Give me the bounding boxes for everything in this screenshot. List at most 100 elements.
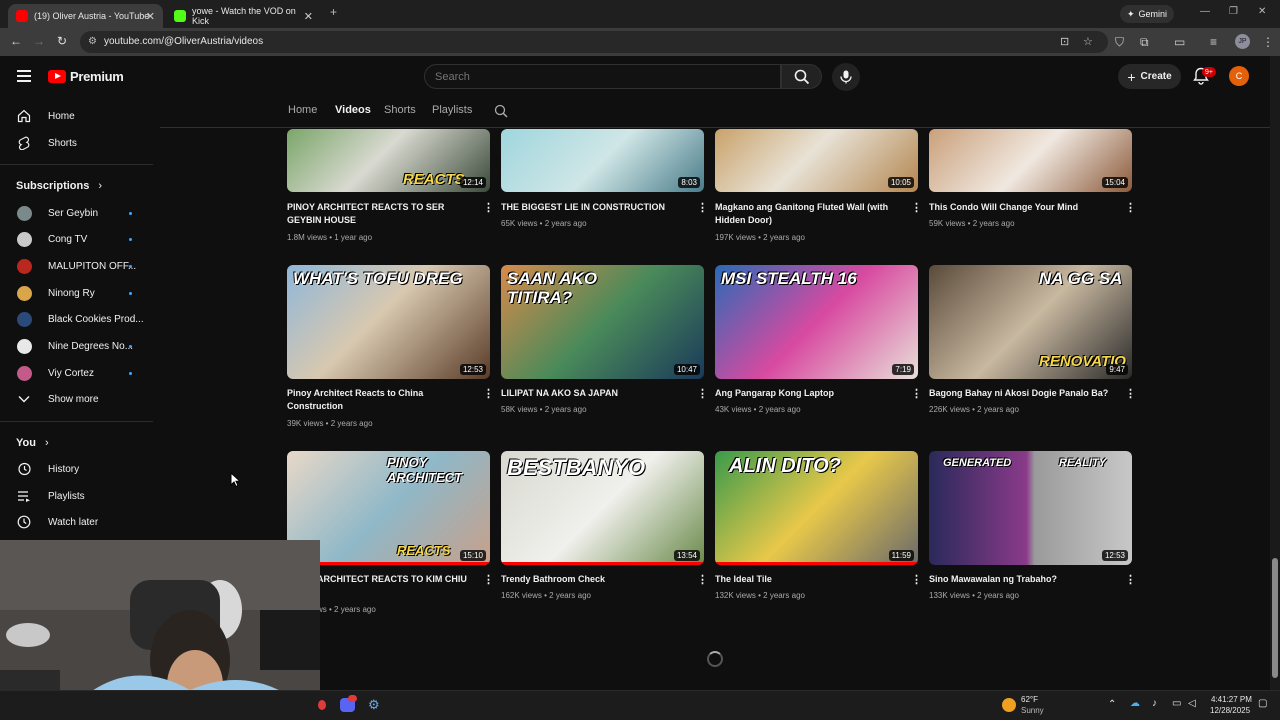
sidebar-item-shorts[interactable]: Shorts xyxy=(0,130,150,156)
sidebar-item-watch-later[interactable]: Watch later xyxy=(0,509,150,535)
network-icon[interactable]: ▭ xyxy=(1172,698,1181,709)
clock-date[interactable]: 12/28/2025 xyxy=(1210,706,1250,715)
video-thumbnail[interactable]: ALIN DITO? 11:59 xyxy=(715,451,918,565)
menu-dots-icon[interactable]: ⋮ xyxy=(1262,35,1274,49)
video-thumbnail[interactable]: 8:03 xyxy=(501,129,704,192)
more-options-icon[interactable]: ⋮ xyxy=(911,387,922,400)
tab-playlists[interactable]: Playlists xyxy=(432,104,472,116)
hamburger-menu-icon[interactable] xyxy=(17,70,31,82)
volume-icon[interactable]: ◁ xyxy=(1188,698,1196,709)
sidebar-item-playlists[interactable]: Playlists xyxy=(0,483,150,509)
sidebar-show-more[interactable]: Show more xyxy=(0,386,150,412)
extensions-icon[interactable]: ⧉ xyxy=(1140,35,1149,50)
more-options-icon[interactable]: ⋮ xyxy=(697,573,708,586)
video-title[interactable]: Trendy Bathroom Check xyxy=(501,573,691,586)
account-avatar[interactable]: C xyxy=(1229,66,1249,86)
video-thumbnail[interactable]: 15:04 xyxy=(929,129,1132,192)
create-button[interactable]: + Create xyxy=(1118,64,1181,89)
voice-search-button[interactable] xyxy=(832,63,860,91)
video-thumbnail[interactable]: 10:05 xyxy=(715,129,918,192)
sidebar-item-subscription[interactable]: Black Cookies Prod... xyxy=(0,306,150,332)
tab-kick[interactable]: yowe - Watch the VOD on Kick ✕ xyxy=(166,4,321,28)
video-title[interactable]: Sino Mawawalan ng Trabaho? xyxy=(929,573,1119,586)
page-scrollbar[interactable] xyxy=(1270,56,1280,690)
video-card[interactable]: SAAN AKO TITIRA? 10:47 LILIPAT NA AKO SA… xyxy=(501,265,708,435)
sunny-weather-icon[interactable] xyxy=(1002,698,1016,712)
video-thumbnail[interactable]: BESTBANYO 13:54 xyxy=(501,451,704,565)
back-icon[interactable]: ← xyxy=(10,34,22,48)
sidebar-item-subscription[interactable]: Nine Degrees No... xyxy=(0,333,150,359)
omnibox[interactable]: ⚙ youtube.com/@OliverAustria/videos ⊡ ☆ xyxy=(80,31,1108,53)
more-options-icon[interactable]: ⋮ xyxy=(697,387,708,400)
video-title[interactable]: The Ideal Tile xyxy=(715,573,905,586)
clock-time[interactable]: 4:41:27 PM xyxy=(1211,695,1252,704)
search-button[interactable] xyxy=(781,64,822,89)
sidebar-item-home[interactable]: Home xyxy=(0,103,150,129)
video-thumbnail[interactable]: REACTS 12:14 xyxy=(287,129,490,192)
video-title[interactable]: THE BIGGEST LIE IN CONSTRUCTION xyxy=(501,201,691,214)
video-thumbnail[interactable]: WHAT'S TOFU DREG 12:53 xyxy=(287,265,490,379)
steam-icon[interactable]: ⚙ xyxy=(368,697,380,713)
search-input[interactable] xyxy=(425,65,780,89)
tab-videos[interactable]: Videos xyxy=(335,104,371,116)
reload-icon[interactable]: ↻ xyxy=(57,34,67,48)
video-card[interactable]: WHAT'S TOFU DREG 12:53 Pinoy Architect R… xyxy=(287,265,494,435)
video-title[interactable]: Bagong Bahay ni Akosi Dogie Panalo Ba? xyxy=(929,387,1119,400)
more-options-icon[interactable]: ⋮ xyxy=(1125,387,1136,400)
onedrive-icon[interactable]: ☁ xyxy=(1130,698,1140,709)
cast-icon[interactable]: ▭ xyxy=(1174,35,1185,49)
site-info-icon[interactable]: ⚙ xyxy=(88,36,97,47)
plus-icon[interactable]: + xyxy=(330,5,337,19)
video-title[interactable]: LILIPAT NA AKO SA JAPAN xyxy=(501,387,691,400)
sidebar-item-history[interactable]: History xyxy=(0,456,150,482)
shield-extension-icon[interactable]: ⛉ xyxy=(1115,35,1124,50)
video-card[interactable]: GENERATED REALITY 12:53 Sino Mawawalan n… xyxy=(929,451,1136,621)
video-title[interactable]: ARCHITECT REACTS TO KIM CHIU xyxy=(317,573,507,586)
more-options-icon[interactable]: ⋮ xyxy=(1125,201,1136,214)
scrollbar-thumb[interactable] xyxy=(1272,558,1278,678)
more-options-icon[interactable]: ⋮ xyxy=(1125,573,1136,586)
search-box[interactable] xyxy=(424,64,781,89)
bookmark-star-icon[interactable]: ☆ xyxy=(1083,35,1093,48)
sidebar-item-subscription[interactable]: Viy Cortez xyxy=(0,360,150,386)
video-card[interactable]: 8:03 THE BIGGEST LIE IN CONSTRUCTION 65K… xyxy=(501,129,708,244)
close-tab-icon[interactable]: ✕ xyxy=(146,10,155,23)
video-title[interactable]: Ang Pangarap Kong Laptop xyxy=(715,387,905,400)
video-card[interactable]: 15:04 This Condo Will Change Your Mind 5… xyxy=(929,129,1136,244)
install-icon[interactable]: ⊡ xyxy=(1060,35,1069,48)
you-heading[interactable]: You › xyxy=(16,437,49,449)
channel-search-icon[interactable] xyxy=(494,104,508,118)
forward-icon[interactable]: → xyxy=(33,34,45,48)
sidebar-item-subscription[interactable]: Ser Geybin xyxy=(0,200,150,226)
more-options-icon[interactable]: ⋮ xyxy=(483,387,494,400)
microphone-tray-icon[interactable]: ♪ xyxy=(1152,698,1157,709)
sidebar-item-subscription[interactable]: MALUPITON OFF... xyxy=(0,253,150,279)
more-options-icon[interactable]: ⋮ xyxy=(483,573,494,586)
close-window-icon[interactable]: ✕ xyxy=(1258,6,1266,17)
maximize-icon[interactable]: ❐ xyxy=(1229,6,1238,17)
more-options-icon[interactable]: ⋮ xyxy=(911,573,922,586)
video-title[interactable]: Magkano ang Ganitong Fluted Wall (with H… xyxy=(715,201,905,227)
video-thumbnail[interactable]: GENERATED REALITY 12:53 xyxy=(929,451,1132,565)
sidebar-item-subscription[interactable]: Cong TV xyxy=(0,226,150,252)
tab-shorts[interactable]: Shorts xyxy=(384,104,416,116)
video-thumbnail[interactable]: MSI STEALTH 16 7:19 xyxy=(715,265,918,379)
video-card[interactable]: BESTBANYO 13:54 Trendy Bathroom Check 16… xyxy=(501,451,708,621)
more-options-icon[interactable]: ⋮ xyxy=(697,201,708,214)
video-card[interactable]: MSI STEALTH 16 7:19 Ang Pangarap Kong La… xyxy=(715,265,922,435)
video-thumbnail[interactable]: SAAN AKO TITIRA? 10:47 xyxy=(501,265,704,379)
video-title[interactable]: Pinoy Architect Reacts to China Construc… xyxy=(287,387,477,413)
video-card[interactable]: REACTS 12:14 PINOY ARCHITECT REACTS TO S… xyxy=(287,129,494,244)
video-title[interactable]: PINOY ARCHITECT REACTS TO SER GEYBIN HOU… xyxy=(287,201,477,227)
video-thumbnail[interactable]: NA GG SA RENOVATIO 9:47 xyxy=(929,265,1132,379)
more-options-icon[interactable]: ⋮ xyxy=(483,201,494,214)
reading-list-icon[interactable]: ≡ xyxy=(1210,35,1217,49)
sidebar-item-subscription[interactable]: Ninong Ry xyxy=(0,280,150,306)
tab-youtube[interactable]: (19) Oliver Austria - YouTube ✕ xyxy=(8,4,163,28)
video-title[interactable]: This Condo Will Change Your Mind xyxy=(929,201,1119,214)
video-card[interactable]: 10:05 Magkano ang Ganitong Fluted Wall (… xyxy=(715,129,922,244)
youtube-logo[interactable]: Premium xyxy=(48,69,124,84)
chevron-up-icon[interactable]: ⌃ xyxy=(1108,699,1116,710)
video-card[interactable]: ALIN DITO? 11:59 The Ideal Tile 132K vie… xyxy=(715,451,922,621)
gemini-button[interactable]: ✦ Gemini xyxy=(1120,5,1174,23)
